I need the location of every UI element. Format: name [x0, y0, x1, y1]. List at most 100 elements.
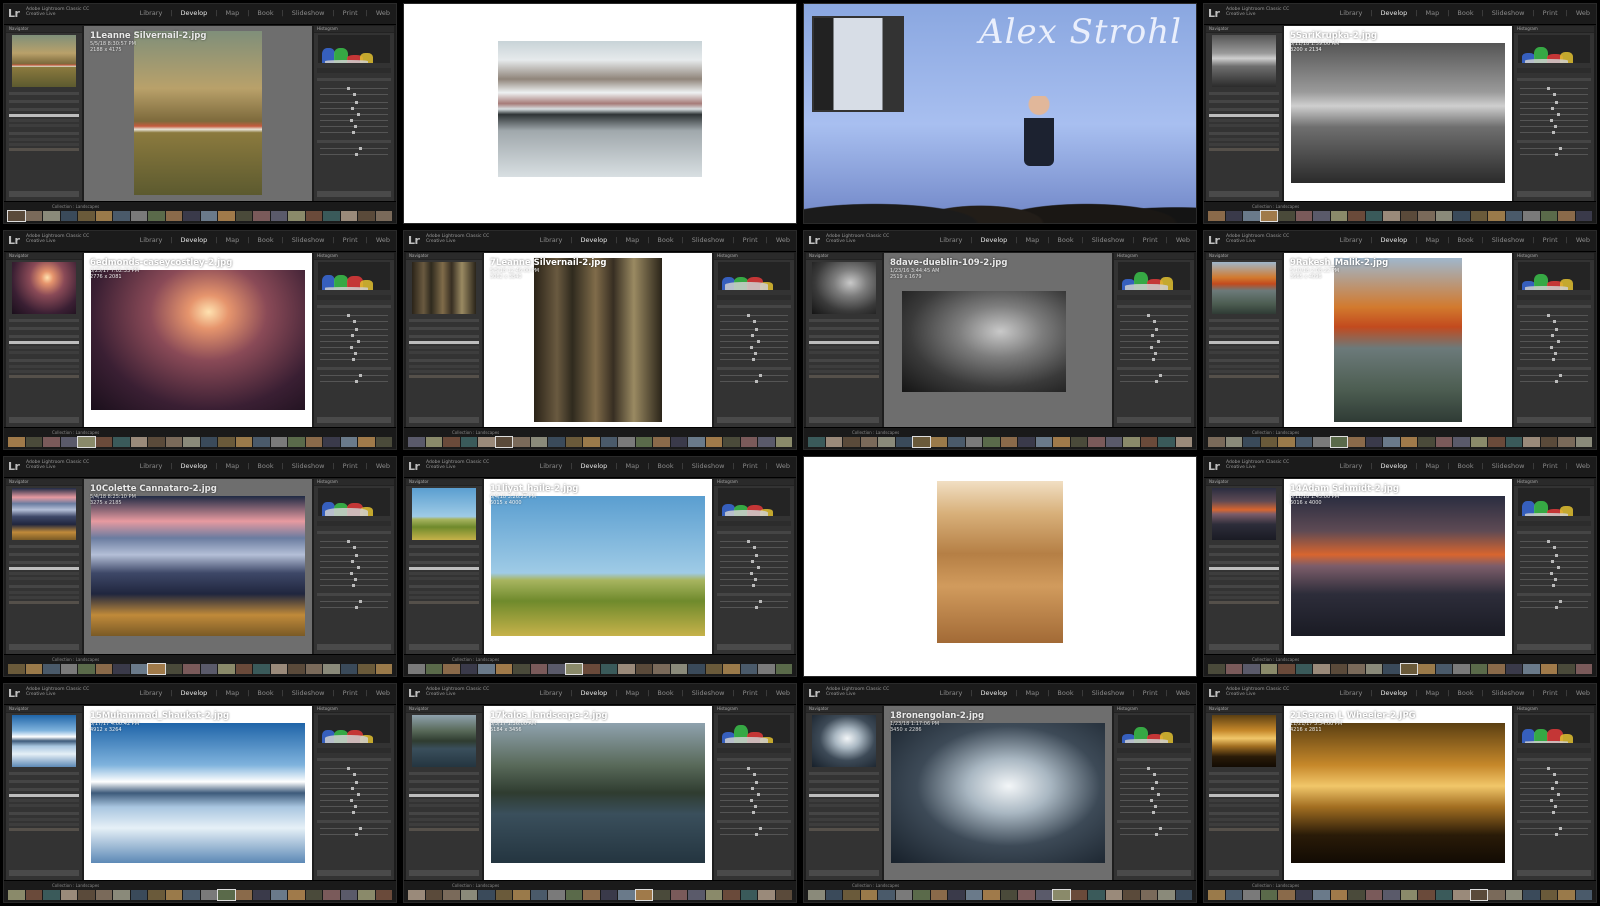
- filmstrip-thumb[interactable]: [25, 663, 42, 674]
- filmstrip-thumb[interactable]: [1575, 890, 1592, 900]
- filmstrip-thumb[interactable]: [425, 663, 442, 674]
- filmstrip-thumb[interactable]: [1000, 890, 1017, 900]
- filmstrip-thumb[interactable]: [1435, 437, 1452, 447]
- module-book[interactable]: Book: [1457, 9, 1473, 17]
- navigator-header[interactable]: Navigator: [1206, 26, 1282, 33]
- filmstrip-thumb[interactable]: [130, 210, 147, 221]
- exposure-slider[interactable]: [320, 327, 388, 331]
- filmstrip-thumb[interactable]: [653, 663, 670, 674]
- filmstrip-thumb[interactable]: [843, 890, 860, 900]
- collections-header[interactable]: [9, 585, 79, 588]
- whites-slider[interactable]: [320, 351, 388, 355]
- develop-photo[interactable]: [90, 269, 306, 410]
- shadows-slider[interactable]: [320, 119, 388, 122]
- previous-reset-buttons[interactable]: [317, 870, 391, 876]
- collection-item[interactable]: [9, 596, 79, 599]
- filmstrip-thumb[interactable]: [1540, 210, 1557, 221]
- exposure-slider[interactable]: [320, 101, 388, 104]
- temp-slider[interactable]: [320, 766, 388, 770]
- photo-viewport[interactable]: 9Rakesh_Malik-2.jpg 5/10/18 2:08:22 PM 3…: [1284, 252, 1512, 427]
- copy-paste-buttons[interactable]: [809, 870, 879, 876]
- filmstrip-thumb[interactable]: [218, 437, 235, 447]
- filmstrip-thumb[interactable]: [148, 437, 165, 447]
- history-item[interactable]: [1209, 124, 1279, 127]
- highlights-slider[interactable]: [1120, 792, 1188, 796]
- filmstrip-thumb[interactable]: [513, 890, 530, 900]
- collection-item[interactable]: [1209, 364, 1279, 368]
- previous-reset-buttons[interactable]: [317, 417, 391, 423]
- filmstrip-thumb[interactable]: [600, 437, 617, 447]
- filmstrip-thumb[interactable]: [358, 663, 375, 674]
- filmstrip-thumb[interactable]: [60, 437, 77, 447]
- contrast-slider[interactable]: [320, 786, 388, 790]
- filmstrip-thumb[interactable]: [775, 890, 792, 900]
- collection-item-landscapes[interactable]: [9, 601, 79, 604]
- module-map[interactable]: Map: [225, 689, 239, 697]
- filmstrip-thumb[interactable]: [165, 663, 182, 674]
- tool-strip[interactable]: [717, 747, 791, 753]
- histogram-header[interactable]: Histogram: [1114, 252, 1194, 260]
- previous-reset-buttons[interactable]: [1117, 417, 1191, 423]
- filmstrip-thumb[interactable]: [740, 890, 757, 900]
- navigator-header[interactable]: Navigator: [1206, 252, 1282, 260]
- module-map[interactable]: Map: [1425, 236, 1439, 244]
- filmstrip-thumb[interactable]: [130, 890, 147, 900]
- blacks-slider[interactable]: [720, 584, 788, 587]
- clarity-slider[interactable]: [320, 147, 388, 150]
- module-develop[interactable]: Develop: [981, 689, 1008, 697]
- filmstrip-thumb[interactable]: [513, 663, 530, 674]
- filmstrip-thumb[interactable]: [1558, 663, 1575, 674]
- collection-item-landscapes[interactable]: [409, 374, 479, 378]
- presence-header[interactable]: [1517, 819, 1591, 823]
- photo-viewport[interactable]: 5SariKrupka-2.jpg 5/11/18 1:59:00 AM 320…: [1284, 26, 1512, 201]
- filmstrip-thumb[interactable]: [583, 663, 600, 674]
- collections-header[interactable]: [9, 132, 79, 135]
- previous-reset-buttons[interactable]: [1517, 417, 1591, 423]
- filmstrip-thumb[interactable]: [1208, 890, 1225, 900]
- exposure-slider[interactable]: [720, 780, 788, 784]
- module-library[interactable]: Library: [540, 236, 563, 244]
- basic-header[interactable]: [317, 757, 391, 761]
- filmstrip-thumb[interactable]: [1558, 437, 1575, 447]
- navigator-preview[interactable]: [1212, 714, 1276, 767]
- filmstrip-thumb[interactable]: [1418, 890, 1435, 900]
- filmstrip-thumb[interactable]: [723, 663, 740, 674]
- filmstrip-thumb[interactable]: [25, 210, 42, 221]
- filmstrip-thumb[interactable]: [495, 663, 512, 674]
- snapshots-header[interactable]: [9, 553, 79, 556]
- filmstrip-thumb[interactable]: [253, 663, 270, 674]
- filmstrip-thumb[interactable]: [200, 663, 217, 674]
- highlights-slider[interactable]: [720, 792, 788, 796]
- collections-header[interactable]: [809, 358, 879, 362]
- blacks-slider[interactable]: [1520, 584, 1588, 587]
- module-book[interactable]: Book: [1457, 236, 1473, 244]
- presence-header[interactable]: [1117, 819, 1191, 823]
- basic-header[interactable]: [717, 304, 791, 308]
- snapshots-header[interactable]: [409, 553, 479, 556]
- filmstrip-thumb[interactable]: [1313, 210, 1330, 221]
- filmstrip-thumb[interactable]: [183, 890, 200, 900]
- module-book[interactable]: Book: [657, 236, 673, 244]
- filmstrip-thumb[interactable]: [1348, 890, 1365, 900]
- filmstrip-thumb[interactable]: [1278, 890, 1295, 900]
- history-item[interactable]: [9, 572, 79, 575]
- temp-slider[interactable]: [1520, 313, 1588, 317]
- module-library[interactable]: Library: [940, 236, 963, 244]
- copy-paste-buttons[interactable]: [809, 417, 879, 423]
- history-item-selected[interactable]: [409, 793, 479, 797]
- filmstrip-thumb[interactable]: [1523, 437, 1540, 447]
- filmstrip-thumb[interactable]: [494, 436, 513, 448]
- exposure-slider[interactable]: [720, 554, 788, 557]
- filmstrip-thumb[interactable]: [358, 890, 375, 900]
- filmstrip-thumb[interactable]: [495, 890, 512, 900]
- filmstrip-thumb[interactable]: [1488, 210, 1505, 221]
- exposure-slider[interactable]: [320, 780, 388, 784]
- filmstrip-thumb[interactable]: [1175, 890, 1192, 900]
- filmstrip-thumb[interactable]: [1243, 663, 1260, 674]
- highlights-slider[interactable]: [320, 792, 388, 796]
- collection-item-landscapes[interactable]: [409, 601, 479, 604]
- navigator-header[interactable]: Navigator: [806, 705, 882, 713]
- history-item[interactable]: [1209, 577, 1279, 580]
- basic-header[interactable]: [1117, 757, 1191, 761]
- navigator-preview[interactable]: [1212, 35, 1276, 87]
